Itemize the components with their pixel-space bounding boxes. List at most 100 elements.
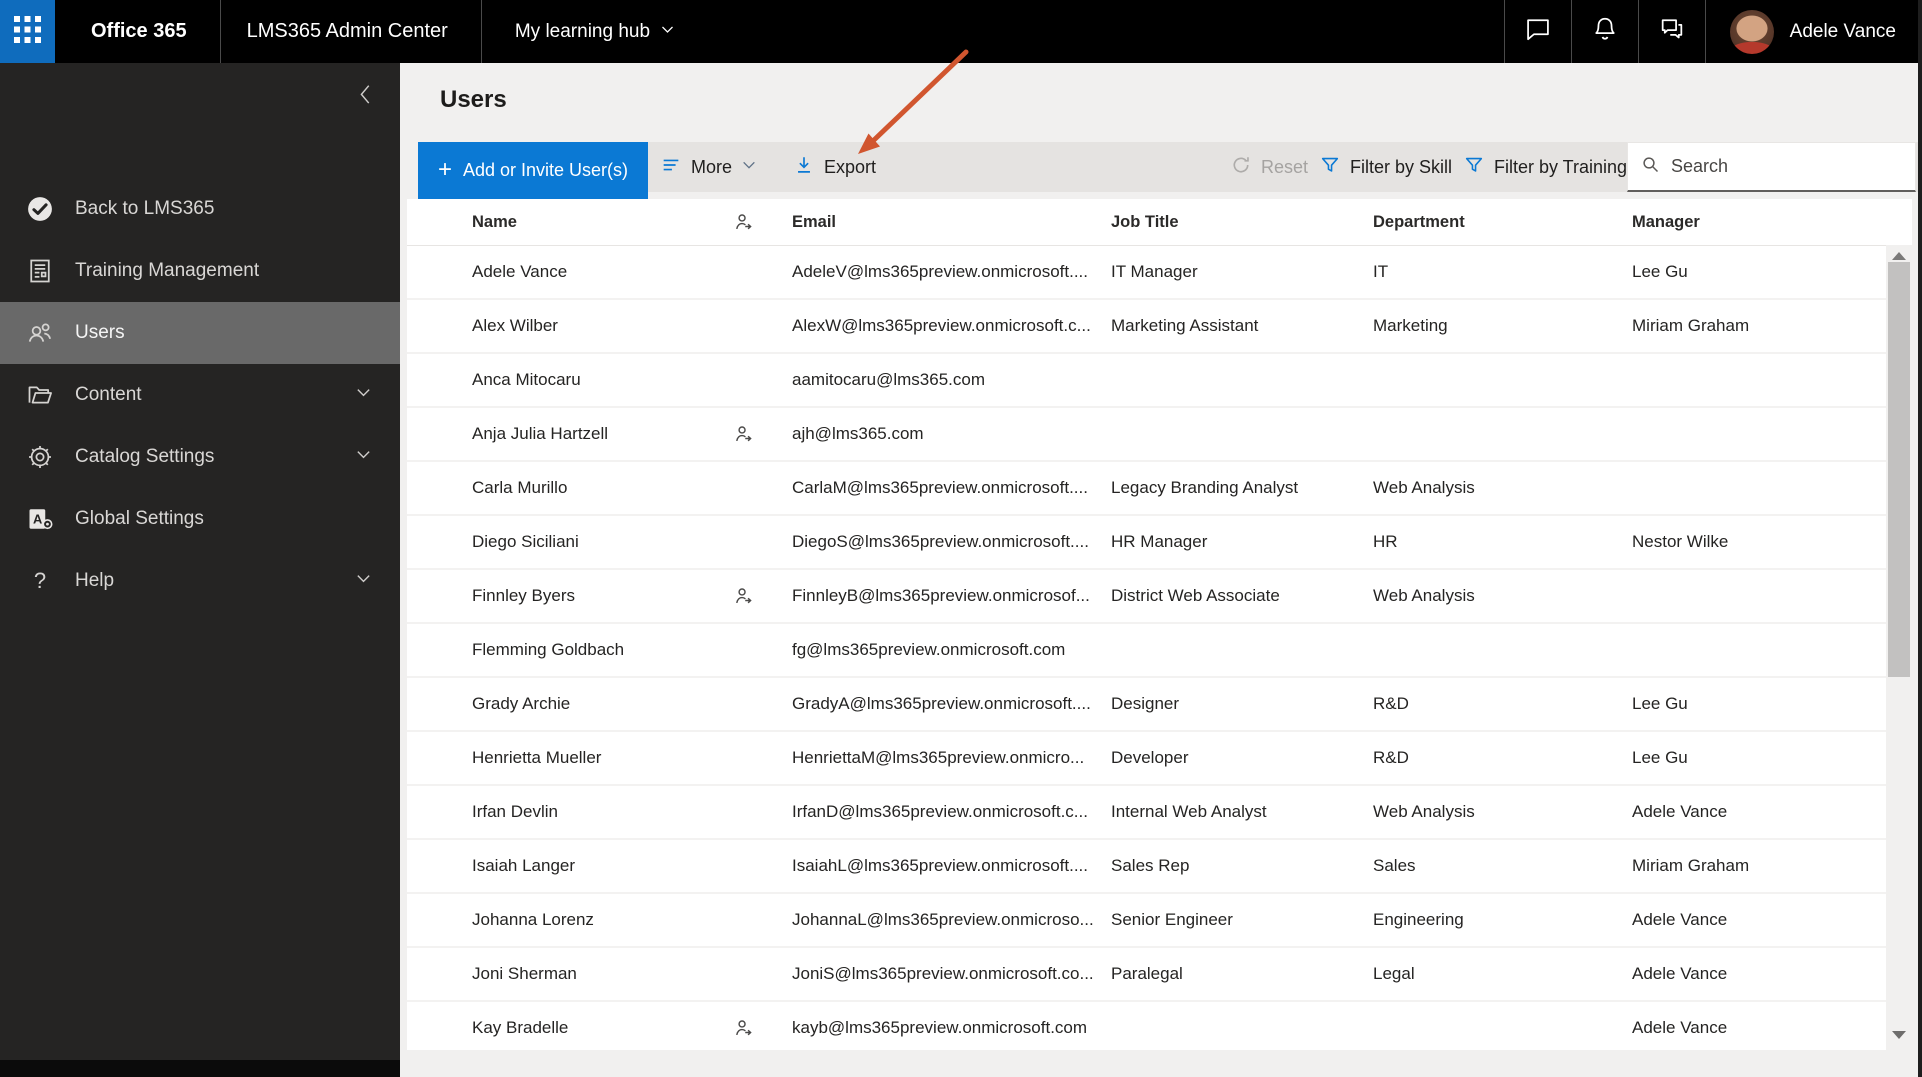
sidebar-collapse-button[interactable] bbox=[346, 73, 386, 113]
chat-icon bbox=[1524, 15, 1552, 48]
user-name-cell: Diego Siciliani bbox=[472, 532, 579, 551]
user-email-cell: IrfanD@lms365preview.onmicrosoft.c... bbox=[792, 802, 1088, 821]
table-body: Adele Vance AdeleV@lms365preview.onmicros… bbox=[407, 246, 1912, 1050]
topbar-divider bbox=[219, 0, 221, 63]
refresh-icon bbox=[1230, 154, 1252, 181]
account-menu[interactable]: Adele Vance bbox=[1706, 9, 1922, 54]
user-job-title-cell bbox=[1111, 1002, 1366, 1050]
user-email-cell: aamitocaru@lms365.com bbox=[792, 370, 985, 389]
user-email-cell: GradyA@lms365preview.onmicrosoft.... bbox=[792, 694, 1091, 713]
vertical-scrollbar[interactable] bbox=[1886, 245, 1912, 1050]
reset-button[interactable]: Reset bbox=[1230, 142, 1308, 192]
user-department-cell: Web Analysis bbox=[1373, 478, 1475, 497]
user-email-cell: ajh@lms365.com bbox=[792, 424, 924, 443]
sidebar-item-label: Users bbox=[75, 322, 125, 343]
export-button[interactable]: Export bbox=[793, 142, 876, 192]
user-manager-cell bbox=[1632, 570, 1877, 622]
lms365-logo-icon bbox=[25, 194, 55, 224]
notifications-button[interactable] bbox=[1572, 0, 1638, 63]
table-row[interactable]: Kay Bradelle kayb@lms365preview.onmicroso… bbox=[407, 1002, 1912, 1050]
user-name-cell: Adele Vance bbox=[472, 262, 568, 281]
user-email-cell: JohannaL@lms365preview.onmicroso... bbox=[792, 910, 1094, 929]
table-row[interactable]: Grady Archie GradyA@lms365preview.onmicro… bbox=[407, 678, 1912, 732]
user-manager-cell: Miriam Graham bbox=[1632, 856, 1750, 875]
user-email-cell: IsaiahL@lms365preview.onmicrosoft.... bbox=[792, 856, 1088, 875]
guest-user-icon bbox=[725, 1002, 761, 1050]
table-row[interactable]: Adele Vance AdeleV@lms365preview.onmicros… bbox=[407, 246, 1912, 300]
sidebar-item-catalog-settings[interactable]: Catalog Settings bbox=[0, 426, 400, 488]
sidebar-item-label: Global Settings bbox=[75, 508, 204, 529]
download-icon bbox=[793, 154, 815, 181]
table-row[interactable]: Flemming Goldbach fg@lms365preview.onmicr… bbox=[407, 624, 1912, 678]
scrollbar-thumb[interactable] bbox=[1888, 262, 1910, 677]
filter-by-training-button[interactable]: Filter by Training bbox=[1463, 142, 1627, 192]
user-department-cell bbox=[1373, 1002, 1625, 1050]
user-name-cell: Flemming Goldbach bbox=[472, 640, 625, 659]
table-row[interactable]: Carla Murillo CarlaM@lms365preview.onmicr… bbox=[407, 462, 1912, 516]
add-or-invite-users-button[interactable]: + Add or Invite User(s) bbox=[418, 142, 648, 199]
table-row[interactable]: Alex Wilber AlexW@lms365preview.onmicroso… bbox=[407, 300, 1912, 354]
table-row[interactable]: Anca Mitocaru aamitocaru@lms365.com bbox=[407, 354, 1912, 408]
chat-button[interactable] bbox=[1505, 0, 1571, 63]
user-manager-cell: Lee Gu bbox=[1632, 262, 1688, 281]
more-button[interactable]: More bbox=[660, 142, 757, 192]
sidebar-item-global-settings[interactable]: A Global Settings bbox=[0, 488, 400, 550]
user-job-title-cell bbox=[1111, 408, 1366, 460]
column-header-department[interactable]: Department bbox=[1373, 199, 1625, 245]
user-manager-cell: Lee Gu bbox=[1632, 748, 1688, 767]
user-name-cell: Anja Julia Hartzell bbox=[472, 424, 609, 443]
user-name-cell: Henrietta Mueller bbox=[472, 748, 602, 767]
admin-center-title: LMS365 Admin Center bbox=[246, 20, 448, 42]
sidebar-item-users[interactable]: Users bbox=[0, 302, 400, 364]
user-name: Adele Vance bbox=[1789, 20, 1896, 42]
bell-icon bbox=[1591, 15, 1619, 48]
user-job-title-cell: Developer bbox=[1111, 748, 1189, 767]
column-header-manager[interactable]: Manager bbox=[1632, 199, 1877, 245]
user-department-cell: Legal bbox=[1373, 964, 1415, 983]
user-email-cell: FinnleyB@lms365preview.onmicrosof... bbox=[792, 586, 1090, 605]
user-manager-cell: Adele Vance bbox=[1632, 802, 1728, 821]
table-row[interactable]: Henrietta Mueller HenriettaM@lms365previe… bbox=[407, 732, 1912, 786]
learning-hub-menu[interactable]: My learning hub bbox=[515, 21, 675, 43]
table-row[interactable]: Finnley Byers FinnleyB@lms365preview.onmi… bbox=[407, 570, 1912, 624]
user-department-cell bbox=[1373, 408, 1625, 460]
sidebar-item-label: Back to LMS365 bbox=[75, 198, 215, 219]
sidebar-item-help[interactable]: ? Help bbox=[0, 550, 400, 612]
sidebar-item-training-management[interactable]: Training Management bbox=[0, 240, 400, 302]
more-icon bbox=[660, 154, 682, 181]
user-manager-cell bbox=[1632, 462, 1877, 514]
lms365-admin-window: Office 365 LMS365 Admin Center My learni… bbox=[0, 0, 1922, 1077]
search-input[interactable] bbox=[1671, 156, 1903, 177]
user-department-cell: Sales bbox=[1373, 856, 1416, 875]
filter-by-skill-button[interactable]: Filter by Skill bbox=[1319, 142, 1452, 192]
table-row[interactable]: Irfan Devlin IrfanD@lms365preview.onmicro… bbox=[407, 786, 1912, 840]
feedback-button[interactable] bbox=[1639, 0, 1705, 63]
user-job-title-cell bbox=[1111, 354, 1366, 406]
column-header-email[interactable]: Email bbox=[792, 199, 1104, 245]
column-header-name[interactable]: Name bbox=[472, 199, 722, 245]
user-name-cell: Irfan Devlin bbox=[472, 802, 558, 821]
user-department-cell: Web Analysis bbox=[1373, 586, 1475, 605]
user-department-cell: IT bbox=[1373, 262, 1389, 281]
user-manager-cell: Adele Vance bbox=[1632, 1018, 1728, 1037]
user-name-cell: Isaiah Langer bbox=[472, 856, 576, 875]
app-launcher-button[interactable] bbox=[0, 0, 55, 63]
user-manager-cell: Nestor Wilke bbox=[1632, 532, 1729, 551]
table-row[interactable]: Joni Sherman JoniS@lms365preview.onmicros… bbox=[407, 948, 1912, 1002]
search-box[interactable] bbox=[1627, 142, 1916, 192]
scroll-down-arrow[interactable] bbox=[1886, 1024, 1912, 1046]
user-department-cell bbox=[1373, 624, 1625, 676]
office365-brand[interactable]: Office 365 bbox=[91, 20, 187, 43]
user-manager-cell bbox=[1632, 408, 1877, 460]
table-row[interactable]: Diego Siciliani DiegoS@lms365preview.onmi… bbox=[407, 516, 1912, 570]
guest-user-column-icon[interactable] bbox=[725, 199, 761, 245]
sidebar-item-content[interactable]: Content bbox=[0, 364, 400, 426]
chevron-down-icon bbox=[355, 384, 372, 407]
column-header-job-title[interactable]: Job Title bbox=[1111, 199, 1366, 245]
table-row[interactable]: Johanna Lorenz JohannaL@lms365preview.onm… bbox=[407, 894, 1912, 948]
table-row[interactable]: Anja Julia Hartzell ajh@lms365.com bbox=[407, 408, 1912, 462]
user-email-cell: CarlaM@lms365preview.onmicrosoft.... bbox=[792, 478, 1088, 497]
table-row[interactable]: Isaiah Langer IsaiahL@lms365preview.onmic… bbox=[407, 840, 1912, 894]
user-name-cell: Finnley Byers bbox=[472, 586, 575, 605]
sidebar-item-back-to-lms365[interactable]: Back to LMS365 bbox=[0, 178, 400, 240]
